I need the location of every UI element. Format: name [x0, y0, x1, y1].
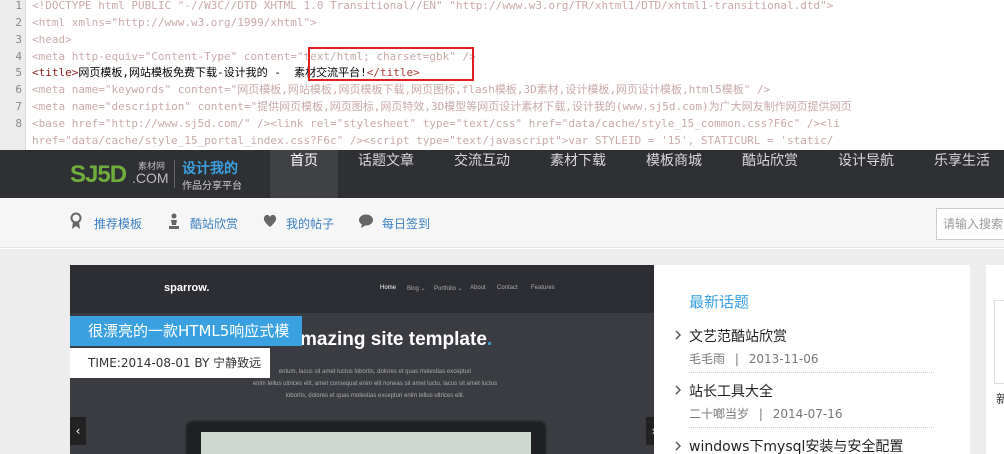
preview-menu-item: About — [470, 285, 486, 291]
preview-menu-item: Blog ⌄ — [407, 286, 426, 292]
logo-subtagline: 作品分享平台 — [182, 181, 242, 192]
preview-hero-heading: mazing site template. — [300, 329, 492, 351]
nav-item-template-store[interactable]: 模板商城 — [634, 150, 714, 198]
preview-site-logo: sparrow. — [164, 282, 210, 294]
panel-title: 最新话题 — [689, 293, 750, 311]
logo-tagline: 设计我的 — [182, 160, 238, 176]
search-input[interactable]: 请输入搜索 — [936, 208, 1004, 240]
ribbon-icon — [70, 212, 82, 229]
preview-menu-item: Contact — [497, 285, 518, 291]
nav-item-cool-sites[interactable]: 酷站欣赏 — [730, 150, 810, 198]
code-line-8-wrap: href="data/cache/style_15_portal_index.c… — [0, 132, 1004, 149]
logo-wordmark: SJ5D — [70, 161, 127, 188]
code-line-2: 2 <html xmlns="http://www.w3.org/1999/xh… — [0, 14, 1004, 31]
chevron-right-icon — [675, 441, 681, 451]
code-text: <!DOCTYPE html PUBLIC "-//W3C//DTD XHTML… — [32, 0, 834, 12]
line-number: 3 — [15, 33, 22, 46]
topic-date: 2014-07-16 — [772, 407, 843, 421]
code-text: <meta name="description" content="提供网页模板… — [32, 100, 852, 113]
code-text: <head> — [32, 33, 72, 46]
code-line-4: 4 <meta http-equiv="Content-Type" conten… — [0, 48, 1004, 65]
code-text: <meta name="keywords" content="网页模板,网站模板… — [32, 83, 771, 96]
sub-nav-bar — [0, 198, 1004, 248]
code-line-3: 3 <head> — [0, 31, 1004, 48]
source-code-view: 1 <!DOCTYPE html PUBLIC "-//W3C//DTD XHT… — [0, 0, 1004, 150]
line-number: 4 — [15, 50, 22, 63]
nav-item-design-nav[interactable]: 设计导航 — [826, 150, 906, 198]
topic-divider — [689, 427, 934, 428]
nav-item-articles[interactable]: 话题文章 — [346, 150, 426, 198]
preview-desc-line: lobortis, dolores et quas molestias exce… — [285, 393, 465, 399]
line-number: 5 — [15, 66, 22, 79]
logo-divider — [174, 160, 175, 188]
slide-title[interactable]: 很漂亮的一款HTML5响应式模板 — [70, 316, 302, 370]
topic-author[interactable]: 毛毛雨 — [689, 352, 725, 366]
code-text: href="data/cache/style_15_portal_index.c… — [32, 134, 834, 147]
browser-viewport: 1 <!DOCTYPE html PUBLIC "-//W3C//DTD XHT… — [0, 0, 1004, 454]
preview-device-screen — [185, 420, 547, 454]
code-line-8: 8 <base href="http://www.sj5d.com/" /><l… — [0, 115, 1004, 132]
slide-meta: TIME:2014-08-01 BY 宁静致远 — [70, 348, 270, 378]
preview-menu-item: Features — [531, 285, 555, 291]
nav-item-downloads[interactable]: 素材下载 — [538, 150, 618, 198]
chevron-right-icon — [675, 385, 681, 395]
subnav-recommended-templates[interactable]: 推荐模板 — [94, 214, 142, 234]
nav-item-community[interactable]: 交流互动 — [442, 150, 522, 198]
chat-bubble-icon — [359, 214, 373, 228]
preview-hero-dot: . — [486, 329, 493, 350]
line-number: 2 — [15, 16, 22, 29]
slider-prev-arrow[interactable]: ‹ — [70, 417, 86, 445]
nav-item-lifestyle[interactable]: 乐享生活 — [922, 150, 1002, 198]
logo-com-text: .COM — [132, 170, 169, 186]
topic-divider — [689, 372, 934, 373]
topic-meta: 二十啷当岁 | 2014-07-16 — [689, 405, 842, 422]
red-highlight-box — [308, 47, 474, 81]
line-number: 7 — [15, 100, 22, 113]
code-line-6: 6 <meta name="keywords" content="网页模板,网站… — [0, 81, 1004, 98]
line-number: 8 — [15, 117, 22, 130]
preview-menu-item: Portfolio ⌄ — [434, 286, 463, 292]
code-line-5: 5 <title>网页模板,网站模板免费下载-设计我的 - 素材交流平台!</t… — [0, 64, 1004, 81]
line-number: 6 — [15, 83, 22, 96]
subnav-daily-checkin[interactable]: 每日签到 — [382, 214, 430, 234]
topic-meta: 毛毛雨 | 2013-11-06 — [689, 350, 818, 367]
topic-title-link[interactable]: 站长工具大全 — [689, 381, 773, 401]
code-text: <base href="http://www.sj5d.com/" /><lin… — [32, 117, 840, 130]
right-sidebar-card — [994, 300, 1004, 384]
nav-item-home[interactable]: 首页 — [270, 150, 338, 198]
preview-desc-line: enim tellus ultrices elit, amet consequa… — [252, 381, 498, 387]
topic-title-link[interactable]: windows下mysql安装与安全配置 — [689, 436, 903, 454]
code-line-1: 1 <!DOCTYPE html PUBLIC "-//W3C//DTD XHT… — [0, 0, 1004, 14]
meta-separator: | — [734, 352, 739, 366]
meta-separator: | — [758, 407, 763, 421]
topic-author[interactable]: 二十啷当岁 — [689, 407, 749, 421]
chevron-right-icon — [675, 330, 681, 340]
preview-menu-item: Home — [380, 285, 397, 291]
topic-title-link[interactable]: 文艺范酷站欣赏 — [689, 326, 787, 346]
title-open-tag: <title> — [32, 66, 79, 79]
preview-device-display — [201, 432, 531, 454]
preview-hero-text: mazing site template — [300, 329, 487, 350]
trophy-icon — [169, 213, 179, 229]
slide-preview-header — [70, 265, 654, 313]
topic-date: 2013-11-06 — [748, 352, 819, 366]
subnav-my-posts[interactable]: 我的帖子 — [286, 214, 334, 234]
code-text: <html xmlns="http://www.w3.org/1999/xhtm… — [32, 16, 317, 29]
heart-icon — [263, 214, 277, 227]
right-sidebar-text: 新 — [996, 392, 1004, 406]
code-line-7: 7 <meta name="description" content="提供网页… — [0, 98, 1004, 115]
line-number: 1 — [15, 0, 22, 12]
subnav-cool-sites[interactable]: 酷站欣赏 — [190, 214, 238, 234]
site-logo[interactable]: SJ5D 素材网 .COM 设计我的 作品分享平台 — [70, 160, 270, 192]
